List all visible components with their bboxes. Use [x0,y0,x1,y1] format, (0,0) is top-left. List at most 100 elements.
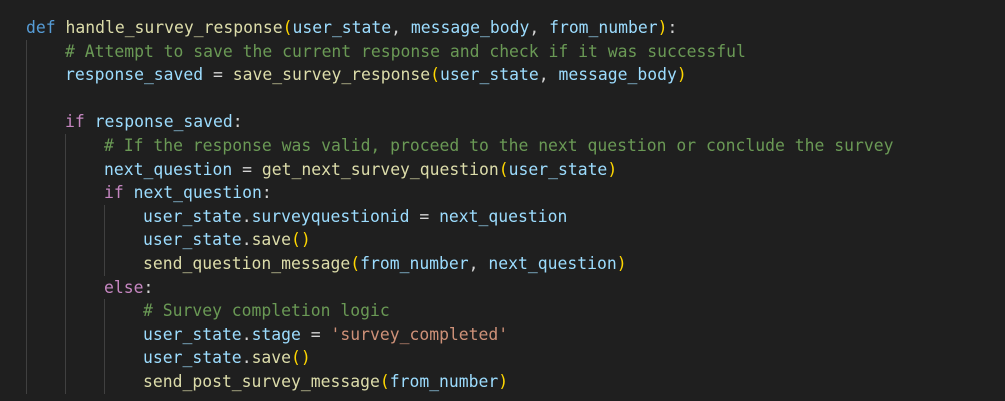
indent-guide [65,228,66,252]
indent-guide [104,204,105,229]
attribute: stage [251,324,301,344]
assign-operator: = [203,65,233,85]
else-keyword: else [104,277,144,297]
indent-guide [26,157,27,182]
indent-guide [104,299,105,323]
indent-guide [104,369,105,394]
comma: , [529,18,550,37]
code-line-else[interactable]: else: [26,275,1005,300]
indent-guide [26,63,27,87]
indent-guide [104,346,105,370]
method-call: save [251,230,292,250]
open-paren: ( [350,253,361,273]
indent-guide [26,228,27,252]
comma: , [538,65,559,85]
argument: message_body [558,65,677,85]
colon: : [232,112,243,132]
indent-guide [104,228,105,252]
indent-guide [65,275,66,300]
indent-guide [65,322,66,347]
indent-guide [26,299,27,323]
indent-guide [26,181,27,205]
indent-guide [26,275,27,300]
indent-guide [26,86,27,111]
indent-guide [65,369,66,394]
condition: next_question [133,183,262,203]
close-paren: ) [607,159,618,179]
colon: : [143,277,154,297]
code-line-comment-attempt[interactable]: # Attempt to save the current response a… [26,39,1005,64]
param-user-state: user_state [292,18,392,37]
indent-guide [104,322,105,347]
code-line-if-next-question[interactable]: if next_question: [26,181,1005,205]
if-keyword: if [104,183,124,203]
code-area[interactable]: def handle_survey_response(user_state, m… [26,16,1005,394]
close-paren: ) [498,371,509,391]
indent-guide [26,322,27,347]
indent-guide [26,369,27,394]
code-line-def[interactable]: def handle_survey_response(user_state, m… [26,16,1005,40]
comment: # If the response was valid, proceed to … [104,135,894,155]
string-literal: 'survey_completed' [330,324,509,344]
open-paren: ( [430,65,441,85]
code-line-save[interactable]: user_state.save() [26,228,1005,252]
function-call: send_question_message [143,253,351,273]
code-line-comment-valid[interactable]: # If the response was valid, proceed to … [26,133,1005,158]
dot: . [241,324,252,344]
condition: response_saved [94,112,233,132]
assign-operator: = [232,159,262,179]
comment: # Survey completion logic [143,301,390,321]
indent-guide [26,204,27,229]
open-paren: ( [379,371,390,391]
comment: # Attempt to save the current response a… [65,41,746,61]
indent-guide [65,346,66,370]
function-name: handle_survey_response [65,18,283,37]
indent-guide [65,181,66,205]
def-keyword: def [26,18,56,37]
indent-guide [26,39,27,64]
indent-guide [26,110,27,134]
value: next_question [439,206,568,226]
indent-guide [65,157,66,182]
indent-guide [26,346,27,370]
variable: response_saved [65,65,204,85]
argument: from_number [389,371,499,391]
close-paren: ) [676,65,687,85]
close-paren: ) [616,253,627,273]
code-line-comment-completion[interactable]: # Survey completion logic [26,299,1005,323]
function-call: send_post_survey_message [143,371,380,391]
code-line-next-question[interactable]: next_question = get_next_survey_question… [26,157,1005,182]
assign-operator: = [300,324,331,344]
code-line-blank[interactable] [26,86,1005,111]
indent-guide [65,299,66,323]
dot: . [241,230,252,250]
code-editor[interactable]: def handle_survey_response(user_state, m… [0,0,1005,401]
indent-guide [65,204,66,229]
dot: . [241,348,252,368]
variable: next_question [104,159,233,179]
indent-guide [65,133,66,158]
code-line-send-question[interactable]: send_question_message(from_number, next_… [26,251,1005,276]
param-from-number: from_number [549,18,658,37]
code-line-save[interactable]: user_state.save() [26,346,1005,370]
code-line-send-post-survey[interactable]: send_post_survey_message(from_number) [26,369,1005,394]
object: user_state [143,348,242,368]
assign-operator: = [409,206,440,226]
argument: user_state [440,65,539,85]
indent-guide [26,251,27,276]
argument: next_question [488,253,617,273]
code-line-set-question-id[interactable]: user_state.surveyquestionid = next_quest… [26,204,1005,229]
code-line-set-stage[interactable]: user_state.stage = 'survey_completed' [26,322,1005,347]
dot: . [241,206,252,226]
argument: user_state [508,159,608,179]
open-paren: ( [498,159,509,179]
code-line-response-saved[interactable]: response_saved = save_survey_response(us… [26,63,1005,87]
object: user_state [143,324,242,344]
comma: , [391,18,411,37]
code-line-if-response-saved[interactable]: if response_saved: [26,110,1005,134]
colon: : [667,18,678,37]
open-paren: ( [282,18,293,37]
method-call: save [251,348,292,368]
attribute: surveyquestionid [251,206,410,226]
comma: , [468,253,489,273]
